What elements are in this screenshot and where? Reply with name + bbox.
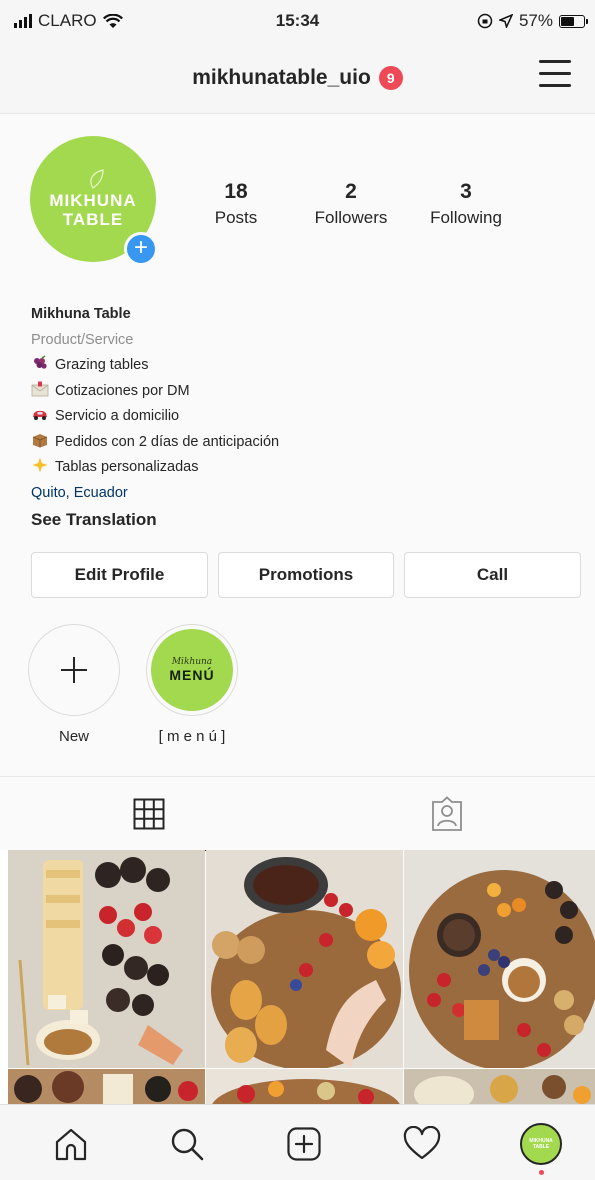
sparkle-icon bbox=[32, 457, 48, 473]
profile-name: Mikhuna Table bbox=[31, 306, 131, 322]
highlight-circle bbox=[28, 624, 120, 716]
post-thumbnail[interactable] bbox=[8, 1069, 205, 1104]
profile-category: Product/Service bbox=[31, 331, 134, 348]
envelope-icon bbox=[31, 381, 49, 396]
battery-icon bbox=[559, 14, 588, 28]
heart-icon bbox=[403, 1126, 441, 1160]
food-image bbox=[206, 1069, 403, 1104]
bio-text: Cotizaciones por DM bbox=[55, 382, 190, 399]
post-thumbnail[interactable] bbox=[404, 850, 595, 1068]
package-icon bbox=[32, 433, 48, 447]
fondue-image bbox=[206, 850, 403, 1068]
charcuterie-image bbox=[8, 850, 205, 1068]
bio-line: Cotizaciones por DM bbox=[31, 379, 571, 405]
bio-line: Servicio a domicilio bbox=[31, 404, 571, 430]
notification-badge: 9 bbox=[378, 66, 403, 90]
add-story-button[interactable]: + bbox=[124, 232, 158, 266]
nav-activity[interactable] bbox=[397, 1119, 447, 1169]
post-thumbnail[interactable] bbox=[8, 850, 205, 1068]
location-link[interactable]: Quito, Ecuador bbox=[31, 481, 571, 507]
food-image bbox=[8, 1069, 205, 1104]
stat-posts[interactable]: 18 Posts bbox=[181, 180, 291, 228]
status-bar: CLARO 15:34 57% bbox=[0, 0, 595, 44]
status-right: 57% bbox=[477, 11, 588, 31]
bio-line: Pedidos con 2 días de anticipación bbox=[31, 430, 571, 456]
bottom-navigation: MIKHUNA TABLE bbox=[0, 1104, 595, 1180]
following-count: 3 bbox=[460, 180, 472, 203]
edit-profile-button[interactable]: Edit Profile bbox=[31, 552, 208, 598]
bio-text: Tablas personalizadas bbox=[55, 459, 199, 475]
search-icon bbox=[171, 1128, 204, 1161]
profile-section: MIKHUNA TABLE + 18 Posts 2 Followers 3 F… bbox=[0, 114, 595, 776]
profile-avatar: MIKHUNA TABLE bbox=[520, 1123, 562, 1165]
see-translation-link[interactable]: See Translation bbox=[31, 507, 571, 533]
posts-label: Posts bbox=[214, 208, 258, 227]
nav-home[interactable] bbox=[46, 1119, 96, 1169]
following-label: Following bbox=[430, 208, 502, 227]
highlight-new[interactable]: New bbox=[28, 624, 120, 745]
story-highlights: New Mikhuna MENÚ [ m e n ú ] bbox=[28, 624, 238, 745]
nav-new-post[interactable] bbox=[279, 1119, 329, 1169]
food-image bbox=[404, 1069, 595, 1104]
post-thumbnail[interactable] bbox=[206, 1069, 403, 1104]
hamburger-menu-icon[interactable] bbox=[539, 58, 573, 90]
activity-dot bbox=[539, 1170, 544, 1175]
grid-icon bbox=[133, 798, 164, 830]
cover-script: Mikhuna bbox=[171, 657, 213, 667]
tagged-person-icon bbox=[431, 796, 462, 831]
highlight-label: New bbox=[58, 728, 89, 745]
profile-header: mikhunatable_uio 9 bbox=[0, 44, 595, 114]
highlight-cover: Mikhuna MENÚ bbox=[151, 629, 233, 711]
username-title[interactable]: mikhunatable_uio 9 bbox=[0, 66, 595, 90]
stat-followers[interactable]: 2 Followers bbox=[296, 180, 406, 228]
bio-line: Tablas personalizadas bbox=[31, 455, 571, 481]
post-thumbnail[interactable] bbox=[404, 1069, 595, 1104]
cover-title: MENÚ bbox=[169, 667, 215, 683]
highlight-circle: Mikhuna MENÚ bbox=[146, 624, 238, 716]
username-text: mikhunatable_uio bbox=[192, 66, 371, 89]
followers-label: Followers bbox=[314, 208, 388, 227]
battery-percent: 57% bbox=[518, 11, 553, 30]
profile-bio: Mikhuna Table Product/Service Grazing ta… bbox=[31, 302, 571, 533]
call-button[interactable]: Call bbox=[404, 552, 581, 598]
orientation-lock-icon bbox=[477, 13, 493, 29]
grapes-icon bbox=[34, 355, 47, 369]
home-icon bbox=[55, 1128, 87, 1161]
posts-count: 18 bbox=[224, 180, 248, 203]
bio-text: Grazing tables bbox=[55, 357, 149, 373]
stat-following[interactable]: 3 Following bbox=[411, 180, 521, 228]
tab-grid[interactable] bbox=[0, 777, 297, 851]
grazing-board-image bbox=[404, 850, 595, 1068]
bio-line: Grazing tables bbox=[31, 353, 571, 379]
leaf-icon bbox=[90, 169, 104, 190]
promotions-button[interactable]: Promotions bbox=[218, 552, 394, 598]
followers-count: 2 bbox=[345, 180, 357, 203]
tab-tagged[interactable] bbox=[298, 777, 595, 851]
bio-text: Pedidos con 2 días de anticipación bbox=[55, 433, 280, 450]
avatar-line1: MIKHUNA bbox=[49, 191, 137, 211]
post-thumbnail[interactable] bbox=[206, 850, 403, 1068]
plus-icon bbox=[61, 657, 87, 683]
profile-tabs bbox=[0, 776, 595, 851]
highlight-menu[interactable]: Mikhuna MENÚ [ m e n ú ] bbox=[146, 624, 238, 745]
location-arrow-icon bbox=[498, 14, 513, 28]
nav-profile[interactable]: MIKHUNA TABLE bbox=[516, 1119, 566, 1169]
profile-avatar[interactable]: MIKHUNA TABLE + bbox=[30, 136, 160, 266]
posts-grid bbox=[8, 850, 595, 1104]
new-post-icon bbox=[287, 1127, 321, 1161]
highlight-label: [ m e n ú ] bbox=[158, 728, 226, 745]
nav-search[interactable] bbox=[162, 1119, 212, 1169]
avatar-line2: TABLE bbox=[62, 210, 124, 229]
bio-text: Servicio a domicilio bbox=[55, 408, 180, 424]
profile-actions: Edit Profile Promotions Call bbox=[31, 552, 581, 598]
car-icon bbox=[33, 411, 47, 420]
